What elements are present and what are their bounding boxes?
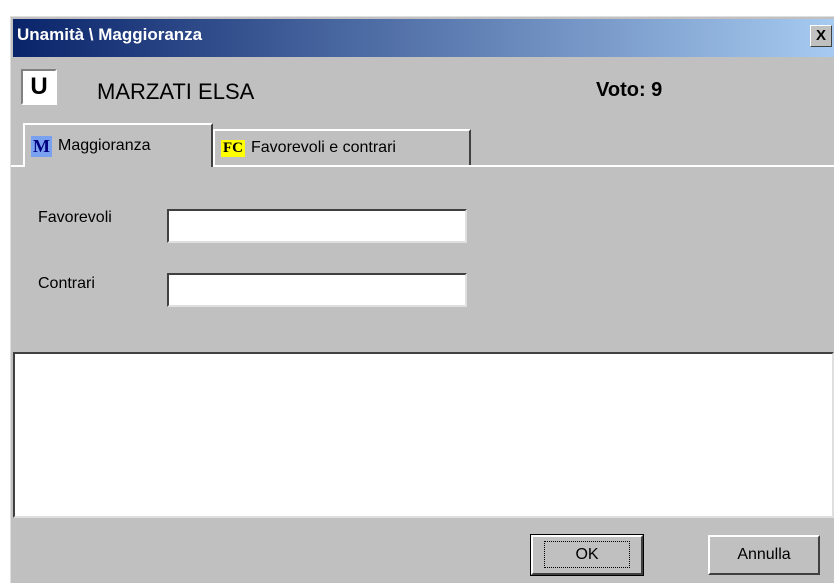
tab-maggioranza[interactable]: M Maggioranza (23, 123, 213, 167)
vote-display: Voto: 9 (596, 79, 663, 101)
window-title: Unamità \ Maggioranza (17, 25, 203, 44)
notes-area[interactable] (13, 352, 834, 518)
person-name: MARZATI ELSA (97, 79, 255, 104)
contrari-label: Contrari (38, 275, 95, 292)
favorevoli-field[interactable] (167, 209, 467, 243)
contrari-field[interactable] (167, 273, 467, 307)
tab-favorevoli-contrari-label: Favorevoli e contrari (251, 139, 396, 156)
favorevoli-label: Favorevoli (38, 209, 112, 226)
tab-panel: Favorevoli Contrari (11, 165, 834, 351)
favorevoli-contrari-icon: FC (221, 139, 245, 157)
ok-button-label: OK (544, 541, 630, 568)
dialog-window: Unamità \ Maggioranza X U MARZATI ELSA V… (10, 16, 834, 583)
maggioranza-icon: M (31, 135, 52, 157)
tab-favorevoli-contrari[interactable]: FC Favorevoli e contrari (213, 129, 471, 165)
close-button[interactable]: X (810, 25, 832, 47)
ok-button[interactable]: OK (530, 534, 644, 576)
title-bar[interactable]: Unamità \ Maggioranza X (13, 19, 834, 57)
tab-maggioranza-label: Maggioranza (58, 137, 151, 154)
annulla-button[interactable]: Annulla (708, 535, 820, 575)
user-badge[interactable]: U (21, 69, 57, 105)
